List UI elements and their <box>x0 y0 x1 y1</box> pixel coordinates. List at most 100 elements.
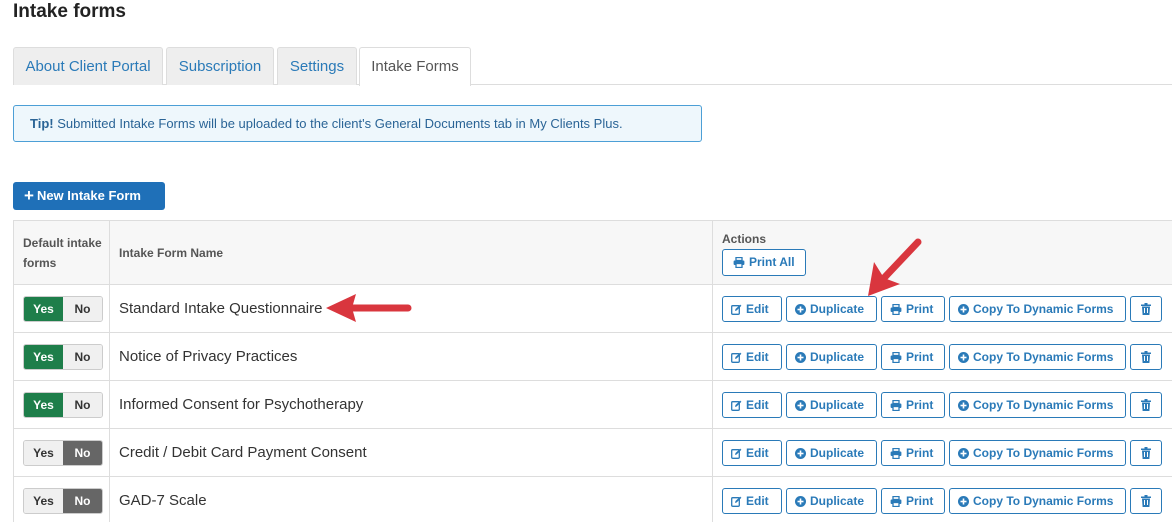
default-toggle-cell: Yes No <box>13 381 110 429</box>
delete-button[interactable] <box>1130 344 1162 370</box>
plus-circle-icon <box>795 400 806 411</box>
table-row: Yes No Credit / Debit Card Payment Consent… <box>13 429 1172 477</box>
row-actions: Edit Duplicate Print Copy To Dynamic Forms <box>713 285 1172 333</box>
edit-button[interactable]: Edit <box>722 440 782 466</box>
copy-to-dynamic-forms-button[interactable]: Copy To Dynamic Forms <box>949 440 1126 466</box>
toggle-no[interactable]: No <box>63 489 102 513</box>
default-toggle[interactable]: Yes No <box>23 296 103 322</box>
duplicate-button[interactable]: Duplicate <box>786 440 877 466</box>
copy-to-dynamic-forms-button[interactable]: Copy To Dynamic Forms <box>949 344 1126 370</box>
copy-label: Copy To Dynamic Forms <box>973 350 1114 364</box>
edit-icon <box>731 496 742 507</box>
delete-button[interactable] <box>1130 296 1162 322</box>
toggle-yes[interactable]: Yes <box>24 297 63 321</box>
table-header: Default intake forms Intake Form Name Ac… <box>13 221 1172 285</box>
plus-circle-icon <box>795 304 806 315</box>
row-actions: Edit Duplicate Print Copy To Dynamic Forms <box>713 381 1172 429</box>
form-name: GAD-7 Scale <box>110 477 713 522</box>
copy-label: Copy To Dynamic Forms <box>973 446 1114 460</box>
printer-icon <box>890 400 902 411</box>
edit-button[interactable]: Edit <box>722 488 782 514</box>
toggle-no[interactable]: No <box>63 297 102 321</box>
edit-label: Edit <box>746 446 769 460</box>
default-toggle[interactable]: Yes No <box>23 344 103 370</box>
plus-circle-icon <box>958 352 969 363</box>
delete-button[interactable] <box>1130 440 1162 466</box>
print-button[interactable]: Print <box>881 392 945 418</box>
tab-subscription[interactable]: Subscription <box>166 47 274 85</box>
table-row: Yes No Notice of Privacy Practices Edit Dupl… <box>13 333 1172 381</box>
toggle-yes[interactable]: Yes <box>24 345 63 369</box>
toggle-no[interactable]: No <box>63 345 102 369</box>
plus-circle-icon <box>795 496 806 507</box>
print-button[interactable]: Print <box>881 344 945 370</box>
edit-icon <box>731 352 742 363</box>
copy-label: Copy To Dynamic Forms <box>973 302 1114 316</box>
duplicate-label: Duplicate <box>810 398 865 412</box>
trash-icon <box>1141 447 1151 459</box>
plus-circle-icon <box>958 304 969 315</box>
plus-circle-icon <box>795 448 806 459</box>
duplicate-label: Duplicate <box>810 302 865 316</box>
form-name: Informed Consent for Psychotherapy <box>110 381 713 429</box>
duplicate-button[interactable]: Duplicate <box>786 392 877 418</box>
edit-label: Edit <box>746 302 769 316</box>
print-button[interactable]: Print <box>881 488 945 514</box>
plus-circle-icon <box>795 352 806 363</box>
printer-icon <box>890 448 902 459</box>
default-toggle[interactable]: Yes No <box>23 392 103 418</box>
delete-button[interactable] <box>1130 488 1162 514</box>
plus-icon: + <box>24 186 34 205</box>
toggle-yes[interactable]: Yes <box>24 441 63 465</box>
plus-circle-icon <box>958 400 969 411</box>
tip-alert: Tip! Submitted Intake Forms will be uplo… <box>13 105 702 142</box>
printer-icon <box>890 352 902 363</box>
duplicate-label: Duplicate <box>810 446 865 460</box>
print-label: Print <box>906 350 934 364</box>
plus-circle-icon <box>958 496 969 507</box>
duplicate-button[interactable]: Duplicate <box>786 488 877 514</box>
edit-label: Edit <box>746 494 769 508</box>
print-all-button[interactable]: Print All <box>722 249 806 276</box>
default-toggle[interactable]: Yes No <box>23 488 103 514</box>
copy-to-dynamic-forms-button[interactable]: Copy To Dynamic Forms <box>949 488 1126 514</box>
header-actions: Actions Print All <box>713 221 1172 285</box>
toggle-no[interactable]: No <box>63 393 102 417</box>
default-toggle-cell: Yes No <box>13 333 110 381</box>
tip-text: Submitted Intake Forms will be uploaded … <box>53 116 623 131</box>
table-row: Yes No Informed Consent for Psychotherapy E… <box>13 381 1172 429</box>
print-button[interactable]: Print <box>881 440 945 466</box>
tab-settings[interactable]: Settings <box>277 47 357 85</box>
printer-icon <box>890 496 902 507</box>
table-body: Yes No Standard Intake Questionnaire Edit Du… <box>13 285 1172 522</box>
header-intake-form-name: Intake Form Name <box>110 221 713 285</box>
table-row: Yes No Standard Intake Questionnaire Edit Du… <box>13 285 1172 333</box>
edit-button[interactable]: Edit <box>722 344 782 370</box>
table-row: Yes No GAD-7 Scale Edit Duplicate Print Copy T… <box>13 477 1172 522</box>
print-button[interactable]: Print <box>881 296 945 322</box>
duplicate-label: Duplicate <box>810 350 865 364</box>
default-toggle-cell: Yes No <box>13 477 110 522</box>
edit-icon <box>731 304 742 315</box>
toggle-yes[interactable]: Yes <box>24 393 63 417</box>
row-actions: Edit Duplicate Print Copy To Dynamic Forms <box>713 429 1172 477</box>
default-toggle[interactable]: Yes No <box>23 440 103 466</box>
tab-intake-forms[interactable]: Intake Forms <box>359 47 471 86</box>
edit-button[interactable]: Edit <box>722 296 782 322</box>
tab-about-client-portal[interactable]: About Client Portal <box>13 47 163 85</box>
toggle-no[interactable]: No <box>63 441 102 465</box>
new-intake-form-button[interactable]: + New Intake Form <box>13 182 165 210</box>
printer-icon <box>733 257 745 268</box>
toggle-yes[interactable]: Yes <box>24 489 63 513</box>
duplicate-button[interactable]: Duplicate <box>786 344 877 370</box>
edit-button[interactable]: Edit <box>722 392 782 418</box>
copy-to-dynamic-forms-button[interactable]: Copy To Dynamic Forms <box>949 392 1126 418</box>
delete-button[interactable] <box>1130 392 1162 418</box>
copy-to-dynamic-forms-button[interactable]: Copy To Dynamic Forms <box>949 296 1126 322</box>
print-label: Print <box>906 446 934 460</box>
edit-icon <box>731 448 742 459</box>
print-label: Print <box>906 398 934 412</box>
duplicate-button[interactable]: Duplicate <box>786 296 877 322</box>
duplicate-label: Duplicate <box>810 494 865 508</box>
plus-circle-icon <box>958 448 969 459</box>
